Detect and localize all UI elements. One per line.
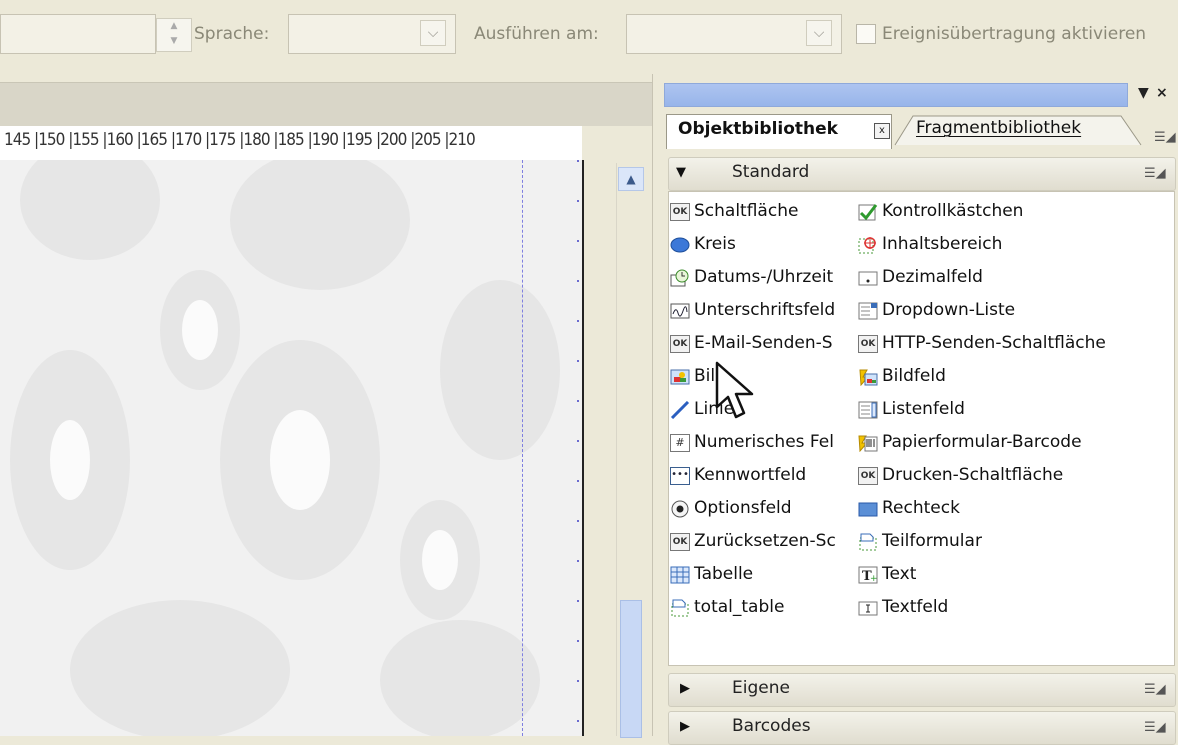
chevron-up-icon: ▲ <box>626 172 636 186</box>
dropdown-list-icon <box>858 302 878 320</box>
line-icon <box>670 401 690 419</box>
list-item[interactable]: total_table <box>670 595 852 623</box>
list-item[interactable]: Kontrollkästchen <box>858 199 1158 227</box>
ok-button-icon: OK <box>670 203 690 221</box>
circle-icon <box>670 237 690 253</box>
list-item[interactable]: Papierformular-Barcode <box>858 430 1158 458</box>
section-menu-icon[interactable]: ☰◢ <box>1144 682 1166 697</box>
design-header-bar <box>0 82 652 127</box>
section-collapsed-icon: ▶ <box>680 719 690 734</box>
field-input[interactable] <box>0 14 156 54</box>
list-item[interactable]: Bildfeld <box>858 364 1158 392</box>
signature-icon <box>670 303 690 319</box>
list-box-icon <box>858 401 878 419</box>
section-standard-label: Standard <box>732 162 810 182</box>
list-item[interactable]: OK Drucken-Schaltfläche <box>858 463 1158 491</box>
tab-fragment-library-label: Fragmentbibliothek <box>916 118 1082 138</box>
section-expanded-icon: ▼ <box>676 165 686 180</box>
image-icon <box>670 369 690 385</box>
list-item[interactable]: OK HTTP-Senden-Schaltfläche <box>858 331 1158 359</box>
list-item[interactable]: Datums-/Uhrzeit <box>670 265 852 293</box>
list-item[interactable]: Dropdown-Liste <box>858 298 1158 326</box>
scrollbar-thumb[interactable] <box>620 600 642 738</box>
scroll-up-button[interactable]: ▲ <box>618 167 644 191</box>
list-item[interactable]: Textfeld <box>858 595 1158 623</box>
subform-icon <box>859 533 877 551</box>
list-item[interactable]: Rechteck <box>858 496 1158 524</box>
list-item[interactable]: OK E-Mail-Senden-S <box>670 331 852 359</box>
spin-up-icon: ▲ <box>170 21 178 31</box>
list-item[interactable]: Listenfeld <box>858 397 1158 425</box>
table-icon <box>670 566 690 584</box>
checkbox-icon <box>858 204 878 221</box>
list-item[interactable]: Dezimalfeld <box>858 265 1158 293</box>
design-canvas[interactable] <box>0 160 584 736</box>
language-dropdown-icon[interactable]: ⌵ <box>420 20 446 46</box>
clock-icon <box>670 269 689 287</box>
list-item[interactable]: # Numerisches Fel <box>670 430 852 458</box>
rectangle-icon <box>858 502 878 517</box>
list-item[interactable]: T + Text <box>858 562 1158 590</box>
list-item[interactable]: Teilformular <box>858 529 1158 557</box>
panel-menu-icon[interactable]: ▼ <box>1138 85 1149 101</box>
spin-button[interactable]: ▲ ▼ <box>156 18 192 52</box>
tab-menu-icon[interactable]: ☰◢ <box>1154 130 1176 145</box>
ok-button-icon: OK <box>858 335 878 353</box>
text-field-icon <box>858 601 878 616</box>
list-item[interactable]: OK Zurücksetzen-Sc <box>670 529 852 557</box>
list-item[interactable]: Kreis <box>670 232 852 260</box>
list-item[interactable]: Optionsfeld <box>670 496 852 524</box>
section-collapsed-icon: ▶ <box>680 681 690 696</box>
section-menu-icon[interactable]: ☰◢ <box>1144 720 1166 735</box>
ruler-corner <box>582 126 652 160</box>
list-item[interactable]: Bild <box>670 364 852 392</box>
numeric-field-icon: # <box>670 434 690 452</box>
panel-titlebar[interactable] <box>664 83 1128 107</box>
svg-text:+: + <box>870 574 878 584</box>
section-barcodes-label: Barcodes <box>732 716 811 736</box>
text-icon: T+ <box>858 566 878 584</box>
tab-close-icon[interactable]: x <box>874 123 890 139</box>
decimal-field-icon <box>858 271 878 286</box>
list-item[interactable]: Unterschriftsfeld <box>670 298 852 326</box>
list-item[interactable]: Inhaltsbereich <box>858 232 1158 260</box>
execute-label: Ausführen am: <box>474 24 599 44</box>
list-item[interactable]: ••• Kennwortfeld <box>670 463 852 491</box>
margin-guide-line <box>522 160 523 736</box>
ruler-marks: 145 |150 |155 |160 |165 |170 |175 |180 |… <box>4 130 476 150</box>
image-field-icon <box>859 369 878 386</box>
mouse-cursor-icon <box>715 361 754 419</box>
list-item[interactable]: OK Schaltfläche <box>670 199 852 227</box>
tab-object-library-label: Objektbibliothek <box>678 119 838 139</box>
event-label: Ereignisübertragung aktivieren <box>882 24 1147 44</box>
page-edge-markers <box>577 160 579 736</box>
event-checkbox[interactable] <box>856 24 876 44</box>
section-menu-icon[interactable]: ☰◢ <box>1144 166 1166 181</box>
ok-button-icon: OK <box>670 335 690 353</box>
password-field-icon: ••• <box>670 467 690 485</box>
list-item[interactable]: Tabelle <box>670 562 852 590</box>
section-eigene-label: Eigene <box>732 678 790 698</box>
execute-dropdown-icon[interactable]: ⌵ <box>806 20 832 46</box>
subform-icon <box>671 599 689 617</box>
ok-button-icon: OK <box>670 533 690 551</box>
list-item[interactable]: Linie <box>670 397 852 425</box>
radio-button-icon <box>671 500 689 518</box>
damask-pattern <box>10 160 560 736</box>
ok-button-icon: OK <box>858 467 878 485</box>
horizontal-ruler: 145 |150 |155 |160 |165 |170 |175 |180 |… <box>0 126 582 161</box>
language-label: Sprache: <box>194 24 270 44</box>
content-area-icon <box>858 237 876 254</box>
panel-close-icon[interactable]: × <box>1156 85 1168 101</box>
spin-down-icon: ▼ <box>170 36 178 46</box>
paper-barcode-icon <box>858 435 878 452</box>
